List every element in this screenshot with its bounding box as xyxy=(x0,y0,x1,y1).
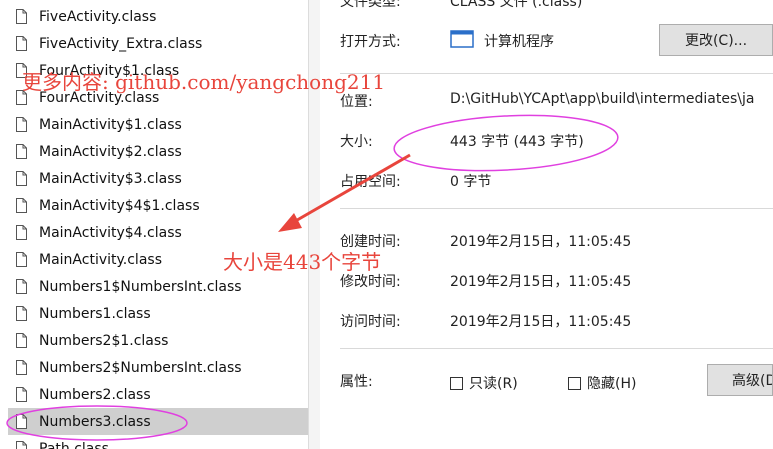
attributes-label: 属性: xyxy=(340,374,373,390)
separator xyxy=(340,73,773,74)
file-icon xyxy=(16,36,27,51)
accessed-value[interactable]: 2019年2月15日，11:05:45 xyxy=(450,311,631,331)
file-list-item[interactable]: Numbers2.class xyxy=(8,381,308,408)
created-value[interactable]: 2019年2月15日，11:05:45 xyxy=(450,231,631,251)
readonly-label: 只读(R) xyxy=(469,376,518,392)
advanced-button[interactable]: 高级(D xyxy=(707,364,773,396)
file-icon xyxy=(16,117,27,132)
file-list-item[interactable]: Numbers2$NumbersInt.class xyxy=(8,354,308,381)
checkbox-box[interactable] xyxy=(450,376,463,390)
file-list-item[interactable]: Numbers1$NumbersInt.class xyxy=(8,273,308,300)
hidden-checkbox[interactable]: 隐藏(H) xyxy=(568,373,636,393)
file-list-item[interactable]: Path.class xyxy=(8,435,308,449)
file-name: Numbers2$NumbersInt.class xyxy=(39,359,242,376)
file-name: MainActivity$4.class xyxy=(39,224,182,241)
file-icon xyxy=(16,171,27,186)
file-icon xyxy=(16,333,27,348)
file-icon xyxy=(16,387,27,402)
readonly-checkbox[interactable]: 只读(R) xyxy=(450,373,518,393)
file-name: MainActivity$1.class xyxy=(39,116,182,133)
file-name: Numbers2.class xyxy=(39,386,151,403)
file-name: MainActivity.class xyxy=(39,251,162,268)
separator xyxy=(340,208,773,209)
file-icon xyxy=(16,441,27,449)
file-name: Numbers2$1.class xyxy=(39,332,169,349)
file-list-item[interactable]: MainActivity$2.class xyxy=(8,138,308,165)
file-name: Numbers1$NumbersInt.class xyxy=(39,278,242,295)
hidden-label: 隐藏(H) xyxy=(587,376,637,392)
file-name: MainActivity$2.class xyxy=(39,143,182,160)
computer-program-icon xyxy=(450,29,474,53)
file-icon xyxy=(16,252,27,267)
change-button[interactable]: 更改(C)... xyxy=(659,24,773,56)
watermark-text: 更多内容: github.com/yangchong211 xyxy=(22,70,386,94)
file-list-item[interactable]: Numbers1.class xyxy=(8,300,308,327)
file-list-item[interactable]: Numbers3.class xyxy=(8,408,308,435)
properties-panel: 文件类型: CLASS 文件 (.class) 打开方式: 计算机程序 更改(C… xyxy=(320,0,773,449)
size-label: 大小: xyxy=(340,134,373,150)
file-list-item[interactable]: FiveActivity_Extra.class xyxy=(8,30,308,57)
open-with-value: 计算机程序 xyxy=(484,34,554,50)
modified-value[interactable]: 2019年2月15日，11:05:45 xyxy=(450,271,631,291)
file-list-item[interactable]: MainActivity$3.class xyxy=(8,165,308,192)
disk-size-label: 占用空间: xyxy=(340,174,401,190)
file-list-item[interactable]: FiveActivity.class xyxy=(8,3,308,30)
file-list-item[interactable]: Numbers2$1.class xyxy=(8,327,308,354)
size-value[interactable]: 443 字节 (443 字节) xyxy=(450,131,584,151)
size-annotation-text: 大小是443个字节 xyxy=(223,250,382,274)
file-name: MainActivity$4$1.class xyxy=(39,197,200,214)
file-name: FiveActivity_Extra.class xyxy=(39,35,203,52)
disk-size-value[interactable]: 0 字节 xyxy=(450,171,491,191)
open-with-app: 计算机程序 xyxy=(450,29,554,53)
type-label: 文件类型: xyxy=(340,0,401,10)
file-list-item[interactable]: MainActivity$1.class xyxy=(8,111,308,138)
file-list-item[interactable]: MainActivity$4$1.class xyxy=(8,192,308,219)
type-value: CLASS 文件 (.class) xyxy=(450,0,583,10)
file-icon xyxy=(16,306,27,321)
file-list-item[interactable]: MainActivity$4.class xyxy=(8,219,308,246)
file-icon xyxy=(16,144,27,159)
file-icon xyxy=(16,198,27,213)
file-icon xyxy=(16,9,27,24)
file-name: FiveActivity.class xyxy=(39,8,157,25)
file-icon xyxy=(16,360,27,375)
open-with-label: 打开方式: xyxy=(340,34,401,50)
file-name: MainActivity$3.class xyxy=(39,170,182,187)
separator xyxy=(340,348,773,349)
file-name: Path.class xyxy=(39,440,109,449)
accessed-label: 访问时间: xyxy=(340,314,401,330)
file-icon xyxy=(16,225,27,240)
file-name: Numbers1.class xyxy=(39,305,151,322)
file-icon xyxy=(16,414,27,429)
location-value[interactable]: D:\GitHub\YCApt\app\build\intermediates\… xyxy=(450,91,773,107)
file-name: Numbers3.class xyxy=(39,413,151,430)
file-icon xyxy=(16,279,27,294)
checkbox-box[interactable] xyxy=(568,376,581,390)
